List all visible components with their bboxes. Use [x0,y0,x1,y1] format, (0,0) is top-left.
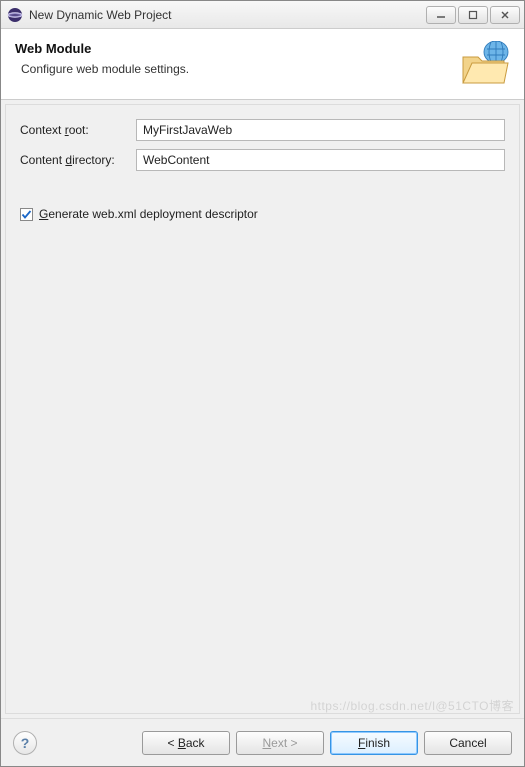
banner-title: Web Module [15,41,460,56]
content-directory-label: Content directory: [20,153,130,167]
context-root-input[interactable] [136,119,505,141]
web-folder-icon [460,41,510,85]
cancel-button[interactable]: Cancel [424,731,512,755]
maximize-button[interactable] [458,6,488,24]
next-button: Next > [236,731,324,755]
content-area: Context root: Content directory: Generat… [5,104,520,714]
banner: Web Module Configure web module settings… [1,29,524,100]
window-title: New Dynamic Web Project [29,8,426,22]
minimize-button[interactable] [426,6,456,24]
generate-webxml-label[interactable]: Generate web.xml deployment descriptor [39,207,258,221]
eclipse-icon [7,7,23,23]
titlebar: New Dynamic Web Project [1,1,524,29]
context-root-label: Context root: [20,123,130,137]
button-bar: ? < Back Next > Finish Cancel [1,718,524,766]
finish-button[interactable]: Finish [330,731,418,755]
content-directory-input[interactable] [136,149,505,171]
back-button[interactable]: < Back [142,731,230,755]
help-button[interactable]: ? [13,731,37,755]
close-button[interactable] [490,6,520,24]
banner-subtitle: Configure web module settings. [15,62,460,76]
generate-webxml-checkbox[interactable] [20,208,33,221]
